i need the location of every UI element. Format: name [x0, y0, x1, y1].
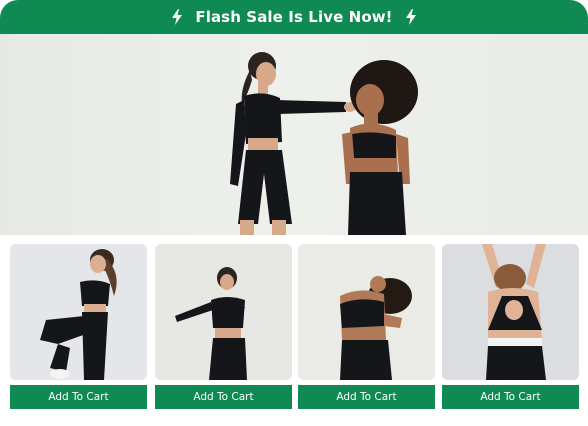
hero-model-left: [230, 52, 356, 235]
add-to-cart-button-3[interactable]: Add To Cart: [298, 385, 435, 409]
product-image-1[interactable]: [10, 244, 147, 380]
hero-image: [0, 34, 588, 235]
add-to-cart-button-2[interactable]: Add To Cart: [155, 385, 292, 409]
lightning-bolt-icon: [405, 9, 417, 25]
add-to-cart-button-4[interactable]: Add To Cart: [442, 385, 579, 409]
lightning-bolt-icon: [171, 9, 183, 25]
hero-model-right: [342, 60, 418, 235]
banner-text: Flash Sale Is Live Now!: [195, 8, 393, 26]
product-image-4[interactable]: [442, 244, 579, 380]
add-to-cart-button-1[interactable]: Add To Cart: [10, 385, 147, 409]
flash-sale-banner: Flash Sale Is Live Now!: [0, 0, 588, 34]
product-image-3[interactable]: [298, 244, 435, 380]
product-image-2[interactable]: [155, 244, 292, 380]
